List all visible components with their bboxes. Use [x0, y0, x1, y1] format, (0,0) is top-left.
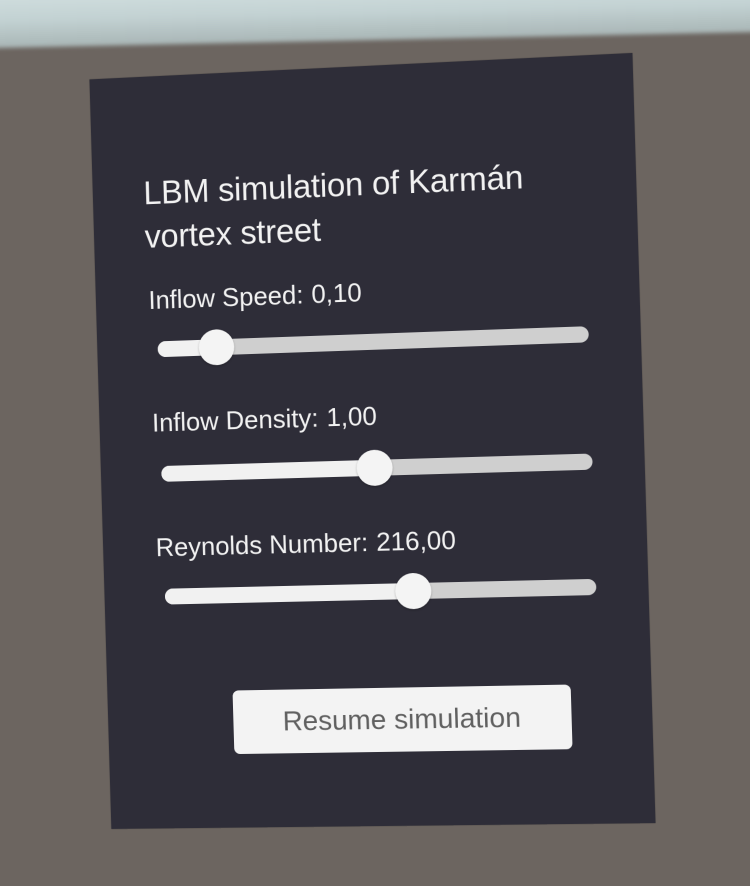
inflow-speed-value: 0,10: [311, 277, 362, 309]
inflow-density-label: Inflow Density: 1,00: [152, 400, 378, 439]
reynolds-number-slider[interactable]: [165, 579, 597, 605]
inflow-density-fill: [161, 460, 375, 482]
settings-panel: LBM simulation of Karmán vortex street I…: [89, 53, 655, 829]
inflow-speed-thumb[interactable]: [199, 329, 235, 366]
reynolds-number-fill: [165, 583, 413, 604]
inflow-density-thumb[interactable]: [356, 449, 393, 486]
inflow-speed-slider[interactable]: [158, 326, 589, 357]
inflow-density-slider[interactable]: [161, 454, 593, 482]
inflow-speed-label: Inflow Speed: 0,10: [148, 276, 362, 316]
reynolds-number-value: 216,00: [376, 525, 457, 557]
reynolds-number-label-text: Reynolds Number:: [155, 527, 368, 562]
inflow-density-label-text: Inflow Density:: [152, 403, 319, 438]
inflow-speed-label-text: Inflow Speed:: [148, 279, 304, 315]
background-sky: [0, 0, 750, 48]
reynolds-number-label: Reynolds Number: 216,00: [155, 524, 456, 563]
reynolds-number-thumb[interactable]: [394, 573, 431, 610]
resume-simulation-button[interactable]: Resume simulation: [233, 685, 573, 755]
panel-title: LBM simulation of Karmán vortex street: [143, 152, 604, 259]
inflow-density-value: 1,00: [326, 401, 377, 433]
